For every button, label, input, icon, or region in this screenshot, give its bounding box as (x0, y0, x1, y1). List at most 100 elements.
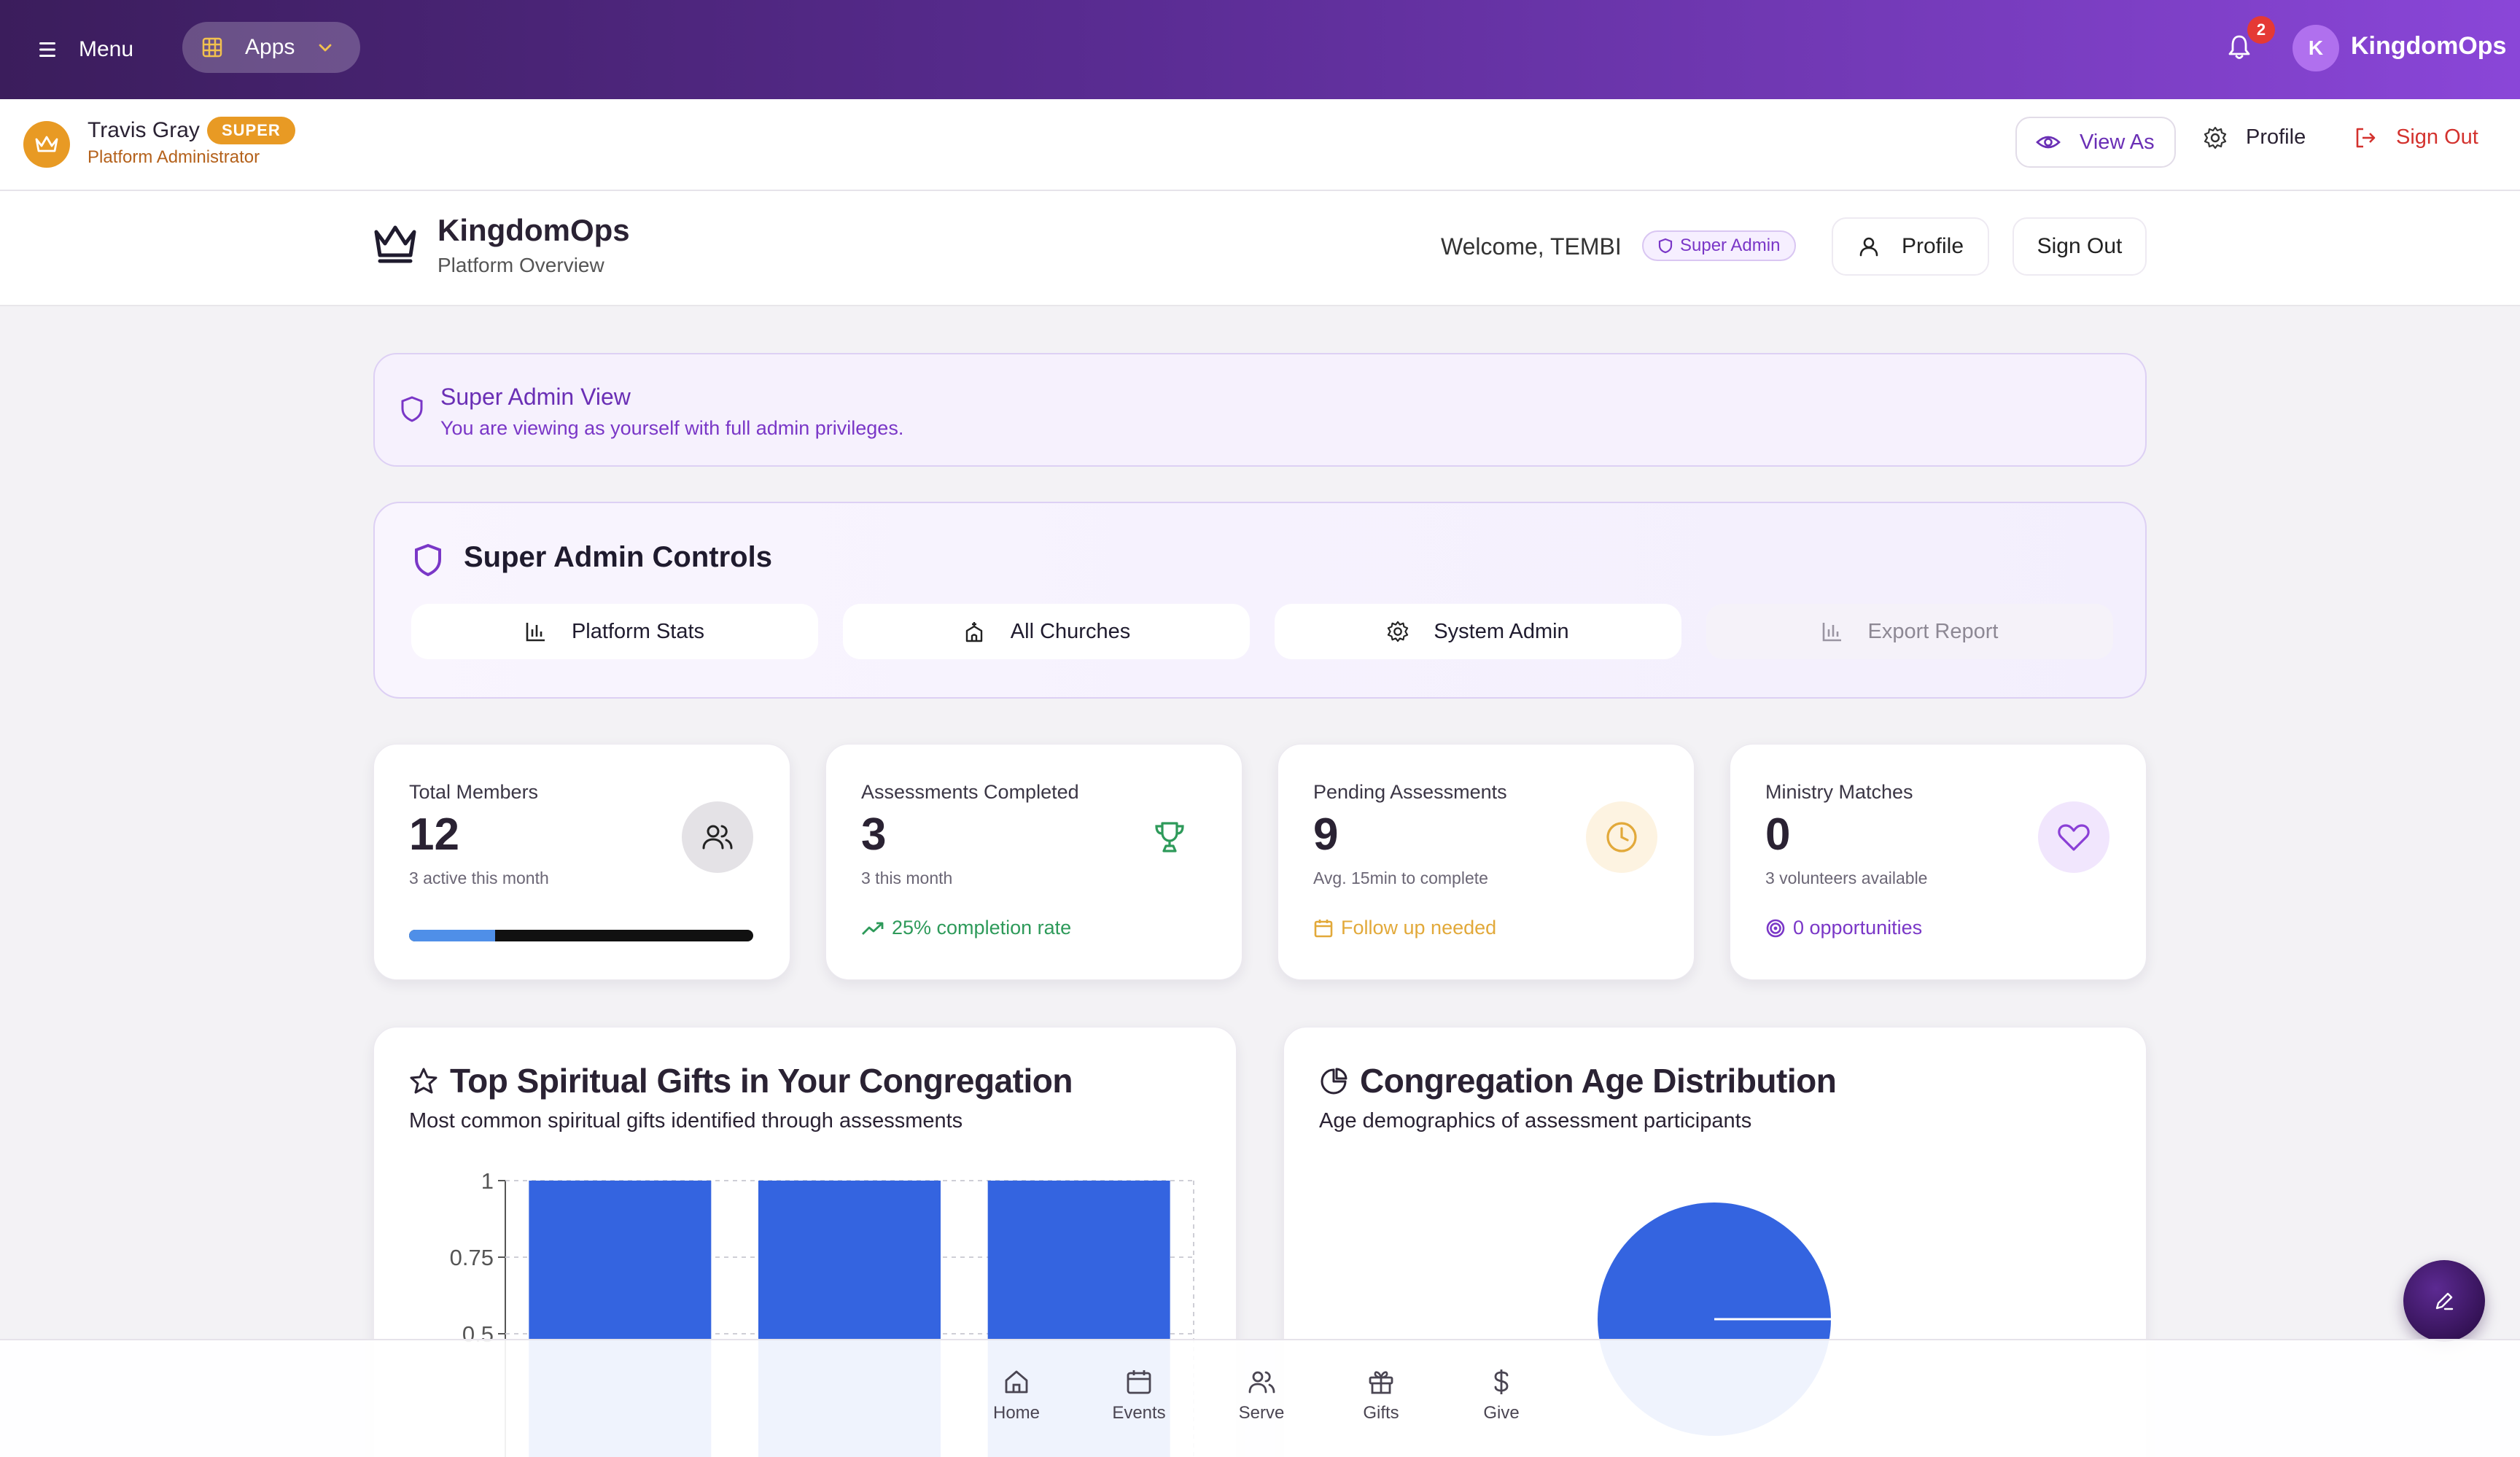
follow-up-text: Follow up needed (1341, 917, 1497, 939)
users-icon (702, 825, 733, 850)
card-value: 3 (861, 809, 887, 860)
nav-give[interactable]: Give (1458, 1368, 1545, 1423)
header-profile-button[interactable]: Profile (1832, 217, 1989, 276)
calendar-icon (1127, 1370, 1151, 1394)
card-label: Ministry Matches (1765, 781, 1913, 803)
profile-label: Profile (2246, 125, 2306, 149)
nav-home-label: Home (992, 1403, 1041, 1423)
trending-up-icon (862, 922, 884, 935)
welcome-text: Welcome, TEMBI (1441, 233, 1622, 260)
assessments-completed-card: Assessments Completed 3 3 this month 25%… (825, 744, 1242, 980)
pencil-icon (2435, 1292, 2454, 1310)
sign-out-link[interactable]: Sign Out (2354, 125, 2478, 149)
y-tick-label: 0.75 (450, 1245, 494, 1270)
brand-name: KingdomOps (2351, 32, 2507, 60)
edit-fab-button[interactable] (2403, 1260, 2485, 1342)
church-icon (965, 622, 982, 642)
nav-gifts-label: Gifts (1363, 1403, 1399, 1423)
export-report-label: Export Report (1867, 619, 1999, 643)
shield-icon (1658, 238, 1673, 254)
apps-label: Apps (245, 35, 295, 59)
bar-chart-icon (526, 623, 545, 642)
card-label: Total Members (409, 781, 539, 803)
header-sign-out-button[interactable]: Sign Out (2012, 217, 2147, 276)
card-value: 12 (409, 809, 459, 860)
banner-text: You are viewing as yourself with full ad… (440, 417, 904, 439)
heart-icon-badge (2038, 801, 2109, 873)
page-header: KingdomOps Platform Overview Welcome, TE… (0, 191, 2520, 306)
ministry-matches-card: Ministry Matches 0 3 volunteers availabl… (1730, 744, 2147, 980)
calendar-icon (1314, 919, 1333, 937)
platform-stats-button[interactable]: Platform Stats (411, 604, 818, 659)
trophy-icon (1155, 822, 1184, 852)
completion-rate-text: 25% completion rate (892, 917, 1072, 939)
notifications-button[interactable] (2227, 32, 2252, 61)
app-subtitle: Platform Overview (438, 254, 604, 276)
all-churches-label: All Churches (1010, 619, 1131, 643)
controls-title: Super Admin Controls (464, 541, 772, 573)
opportunities-note: 0 opportunities (1765, 917, 1922, 939)
export-report-button[interactable]: Export Report (1706, 604, 2113, 659)
nav-serve-label: Serve (1238, 1403, 1285, 1423)
shield-icon (415, 543, 441, 577)
crown-logo-icon (374, 225, 416, 263)
banner-title: Super Admin View (440, 384, 631, 410)
bottom-navigation: Home Events Serve Gifts Give (0, 1339, 2520, 1457)
header-profile-label: Profile (1902, 234, 1964, 258)
user-bar: Travis Gray SUPER Platform Administrator… (0, 99, 2520, 191)
sign-out-label: Sign Out (2396, 125, 2478, 149)
super-admin-controls: Super Admin Controls Platform Stats All … (373, 502, 2147, 699)
top-app-bar: Menu Apps 2 K KingdomOps (0, 0, 2520, 99)
logout-icon (2356, 128, 2376, 147)
card-subtext: 3 active this month (409, 869, 549, 887)
home-icon (1005, 1370, 1028, 1394)
clock-icon (1606, 822, 1637, 852)
opportunities-text: 0 opportunities (1793, 917, 1923, 939)
nav-events[interactable]: Events (1095, 1368, 1183, 1423)
super-admin-badge: Super Admin (1642, 230, 1797, 261)
gear-icon (2204, 126, 2227, 149)
apps-dropdown[interactable]: Apps (182, 22, 360, 73)
nav-serve[interactable]: Serve (1218, 1368, 1305, 1423)
user-role: Platform Administrator (88, 147, 260, 167)
card-label: Pending Assessments (1313, 781, 1507, 803)
follow-up-note: Follow up needed (1313, 917, 1496, 939)
members-progress-bar (409, 930, 753, 941)
trophy-icon-badge (1134, 801, 1205, 873)
dollar-icon (1494, 1369, 1509, 1394)
all-churches-button[interactable]: All Churches (843, 604, 1250, 659)
nav-gifts[interactable]: Gifts (1337, 1368, 1425, 1423)
card-label: Assessments Completed (861, 781, 1079, 803)
gift-icon (1369, 1371, 1393, 1394)
profile-link[interactable]: Profile (2204, 125, 2306, 149)
card-subtext: 3 volunteers available (1765, 869, 1928, 887)
heart-icon (2058, 824, 2090, 851)
crown-avatar (23, 121, 70, 168)
hamburger-icon (39, 42, 55, 57)
eye-icon (2036, 136, 2061, 149)
system-admin-label: System Admin (1434, 619, 1569, 643)
nav-give-label: Give (1483, 1403, 1520, 1423)
progress-fill (409, 930, 495, 941)
card-value: 0 (1765, 809, 1791, 860)
users-icon (1248, 1371, 1275, 1394)
notification-count-badge: 2 (2247, 16, 2275, 44)
completion-rate: 25% completion rate (861, 917, 1071, 939)
view-as-button[interactable]: View As (2015, 117, 2176, 168)
total-members-card: Total Members 12 3 active this month (373, 744, 790, 980)
user-name: Travis Gray (88, 118, 200, 142)
bar-chart-icon (1822, 623, 1841, 642)
nav-events-label: Events (1112, 1403, 1166, 1423)
nav-home[interactable]: Home (973, 1368, 1060, 1423)
user-avatar[interactable]: K (2292, 25, 2339, 71)
pending-assessments-card: Pending Assessments 9 Avg. 15min to comp… (1278, 744, 1695, 980)
system-admin-button[interactable]: System Admin (1275, 604, 1681, 659)
target-icon (1766, 919, 1785, 937)
app-title: KingdomOps (438, 213, 630, 247)
grid-icon (202, 37, 222, 58)
y-tick-label: 1 (481, 1168, 494, 1194)
members-icon-badge (682, 801, 753, 873)
view-as-label: View As (2080, 130, 2155, 154)
chevron-down-icon (319, 44, 332, 52)
menu-button[interactable]: Menu (38, 29, 133, 70)
